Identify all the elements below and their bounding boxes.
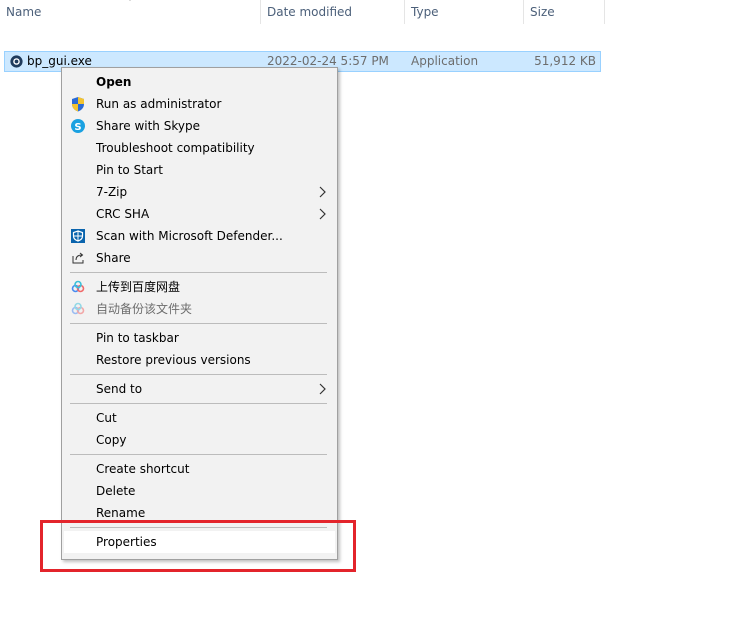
menu-item-delete[interactable]: Delete: [64, 480, 335, 502]
menu-item-cut-label: Cut: [96, 411, 117, 425]
menu-item-pin-taskbar-label: Pin to taskbar: [96, 331, 179, 345]
column-header-date-modified[interactable]: Date modified: [261, 0, 405, 24]
menu-item-open-label: Open: [96, 75, 132, 89]
submenu-arrow-icon: [319, 208, 326, 220]
menu-item-troubleshoot[interactable]: Troubleshoot compatibility: [64, 137, 335, 159]
menu-item-pin-taskbar[interactable]: Pin to taskbar: [64, 327, 335, 349]
menu-item-cut[interactable]: Cut: [64, 407, 335, 429]
submenu-arrow-icon: [319, 186, 326, 198]
column-header-type-label: Type: [411, 5, 439, 19]
skype-icon: S: [71, 119, 85, 133]
menu-item-pin-start[interactable]: Pin to Start: [64, 159, 335, 181]
menu-item-restore-versions[interactable]: Restore previous versions: [64, 349, 335, 371]
menu-item-send-to-label: Send to: [96, 382, 143, 396]
menu-item-share[interactable]: Share: [64, 247, 335, 269]
context-menu: Open Run as administrator S Share with S…: [61, 67, 338, 560]
menu-item-open[interactable]: Open: [64, 71, 335, 93]
menu-item-create-shortcut-label: Create shortcut: [96, 462, 190, 476]
column-header-type[interactable]: Type: [405, 0, 524, 24]
menu-separator: [70, 272, 327, 273]
menu-item-crc-sha[interactable]: CRC SHA: [64, 203, 335, 225]
menu-separator: [70, 374, 327, 375]
app-icon: [10, 55, 23, 68]
submenu-arrow-icon: [319, 383, 326, 395]
menu-item-delete-label: Delete: [96, 484, 136, 498]
uac-shield-icon: [72, 97, 84, 112]
svg-text:S: S: [74, 122, 81, 133]
baidu-netdisk-icon: [71, 302, 85, 315]
menu-item-copy[interactable]: Copy: [64, 429, 335, 451]
menu-separator: [70, 403, 327, 404]
menu-item-pin-start-label: Pin to Start: [96, 163, 163, 177]
menu-item-share-label: Share: [96, 251, 131, 265]
menu-item-7zip-label: 7-Zip: [96, 185, 128, 199]
column-header-size[interactable]: Size: [524, 0, 605, 24]
explorer-window: Name Date modified Type Size bp_gui.exe …: [0, 0, 739, 644]
menu-item-baidu-backup[interactable]: 自动备份该文件夹: [64, 298, 335, 320]
defender-icon: [71, 229, 85, 243]
menu-separator: [70, 454, 327, 455]
menu-item-restore-versions-label: Restore previous versions: [96, 353, 251, 367]
menu-separator: [70, 323, 327, 324]
menu-item-baidu-upload[interactable]: 上传到百度网盘: [64, 276, 335, 298]
menu-item-7zip[interactable]: 7-Zip: [64, 181, 335, 203]
column-header-date-label: Date modified: [267, 5, 353, 19]
menu-item-copy-label: Copy: [96, 433, 127, 447]
menu-item-create-shortcut[interactable]: Create shortcut: [64, 458, 335, 480]
file-size: 51,912 KB: [534, 54, 596, 68]
column-header-name-label: Name: [6, 5, 42, 19]
menu-item-baidu-upload-label: 上传到百度网盘: [96, 280, 181, 294]
menu-item-run-as-admin[interactable]: Run as administrator: [64, 93, 335, 115]
baidu-netdisk-icon: [71, 280, 85, 293]
menu-item-run-as-admin-label: Run as administrator: [96, 97, 222, 111]
menu-item-crc-sha-label: CRC SHA: [96, 207, 150, 221]
column-header-size-label: Size: [530, 5, 555, 19]
share-icon: [72, 252, 84, 264]
menu-item-share-skype[interactable]: S Share with Skype: [64, 115, 335, 137]
menu-item-baidu-backup-label: 自动备份该文件夹: [96, 302, 193, 316]
menu-item-scan-defender[interactable]: Scan with Microsoft Defender...: [64, 225, 335, 247]
sort-chevron-icon: [129, 0, 131, 1]
menu-item-troubleshoot-label: Troubleshoot compatibility: [96, 141, 255, 155]
file-type: Application: [411, 54, 479, 68]
menu-item-send-to[interactable]: Send to: [64, 378, 335, 400]
menu-item-share-skype-label: Share with Skype: [96, 119, 200, 133]
menu-item-scan-defender-label: Scan with Microsoft Defender...: [96, 229, 283, 243]
highlight-box: [40, 520, 356, 572]
